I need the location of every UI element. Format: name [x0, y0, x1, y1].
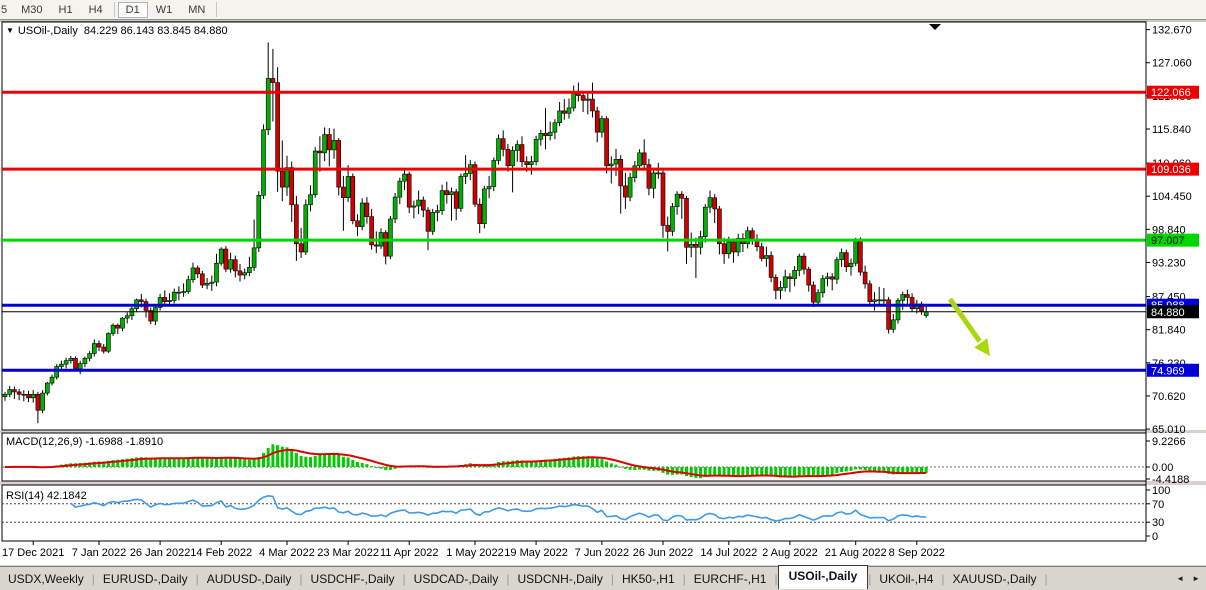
svg-text:8 Sep 2022: 8 Sep 2022	[889, 547, 945, 559]
svg-text:21 Aug 2022: 21 Aug 2022	[825, 547, 887, 559]
price-badge-122.066: 122.066	[1147, 86, 1199, 100]
svg-text:115.840: 115.840	[1152, 124, 1191, 136]
svg-text:14 Feb 2022: 14 Feb 2022	[190, 547, 252, 559]
svg-text:14 Jul 2022: 14 Jul 2022	[700, 547, 757, 559]
tab-scroll-arrows: ◄ ►	[1176, 574, 1200, 583]
svg-text:17 Dec 2021: 17 Dec 2021	[2, 547, 64, 559]
price-badge-109.036: 109.036	[1147, 163, 1199, 177]
svg-text:74.969: 74.969	[1151, 365, 1185, 377]
timeframe-button-h1[interactable]: H1	[51, 3, 81, 17]
tab-scroll-right-button[interactable]: ►	[1192, 574, 1200, 583]
chart-tab-eurchf-h1[interactable]: EURCHF-,H1	[686, 569, 775, 589]
timeframe-button-h4[interactable]: H4	[81, 3, 111, 17]
toolbar-separator	[216, 2, 217, 17]
svg-text:65.010: 65.010	[1152, 424, 1186, 436]
chart-ohlc-values: 84.229 86.143 83.845 84.880	[84, 25, 228, 37]
svg-text:84.880: 84.880	[1151, 307, 1185, 319]
svg-text:2 Aug 2022: 2 Aug 2022	[762, 547, 818, 559]
timeframe-button-5[interactable]: 5	[0, 3, 13, 17]
price-badge-84.880: 84.880	[1147, 305, 1199, 319]
svg-text:4 Mar 2022: 4 Mar 2022	[259, 547, 315, 559]
price-chart-svg[interactable]: 132.670127.060121.450115.840110.060104.4…	[0, 20, 1206, 565]
svg-text:19 May 2022: 19 May 2022	[504, 547, 568, 559]
tab-separator: |	[1045, 572, 1048, 586]
timeframe-button-m30[interactable]: M30	[13, 3, 50, 17]
svg-text:104.450: 104.450	[1152, 191, 1192, 203]
svg-text:127.060: 127.060	[1152, 58, 1192, 70]
tab-scroll-left-button[interactable]: ◄	[1176, 574, 1184, 583]
svg-text:122.066: 122.066	[1151, 87, 1191, 99]
chart-tab-usdx-weekly[interactable]: USDX,Weekly	[0, 569, 92, 589]
pane-divider[interactable]	[0, 481, 1206, 485]
toolbar-separator	[114, 2, 115, 17]
svg-text:1 May 2022: 1 May 2022	[446, 547, 503, 559]
svg-text:23 Mar 2022: 23 Mar 2022	[317, 547, 379, 559]
svg-text:26 Jun 2022: 26 Jun 2022	[633, 547, 694, 559]
rsi-pane[interactable]	[2, 485, 1146, 541]
chart-title: ▼ USOil-,Daily 84.229 86.143 83.845 84.880	[6, 25, 228, 37]
chart-tabbar: USDX,Weekly|EURUSD-,Daily|AUDUSD-,Daily|…	[0, 566, 1206, 590]
svg-text:93.230: 93.230	[1152, 257, 1186, 269]
rsi-indicator-label: RSI(14) 42.1842	[6, 490, 87, 502]
svg-text:26 Jan 2022: 26 Jan 2022	[130, 547, 191, 559]
svg-text:7 Jun 2022: 7 Jun 2022	[575, 547, 629, 559]
macd-indicator-label: MACD(12,26,9) -1.6988 -1.8910	[6, 436, 163, 448]
metatrader-window: { "toolbar": { "timeframes": ["5","M30",…	[0, 0, 1206, 590]
svg-text:30: 30	[1152, 517, 1164, 529]
chart-tab-hk50-h1[interactable]: HK50-,H1	[614, 569, 683, 589]
chart-tab-audusd-daily[interactable]: AUDUSD-,Daily	[199, 569, 300, 589]
svg-text:100: 100	[1152, 485, 1170, 497]
svg-text:81.840: 81.840	[1152, 325, 1186, 337]
svg-text:7 Jan 2022: 7 Jan 2022	[72, 547, 126, 559]
chart-symbol-label: USOil-,Daily	[18, 25, 78, 37]
timeframe-button-d1[interactable]: D1	[118, 2, 148, 18]
svg-text:0: 0	[1152, 531, 1158, 543]
chart-tab-usoil-daily[interactable]: USOil-,Daily	[778, 565, 869, 589]
price-badge-74.969: 74.969	[1147, 364, 1199, 378]
svg-text:9.2266: 9.2266	[1152, 436, 1186, 448]
svg-text:97.007: 97.007	[1151, 235, 1185, 247]
chart-tab-usdchf-daily[interactable]: USDCHF-,Daily	[303, 569, 403, 589]
chart-area: 132.670127.060121.450115.840110.060104.4…	[0, 20, 1206, 565]
svg-text:70.620: 70.620	[1152, 391, 1186, 403]
chart-tab-ukoil-h4[interactable]: UKOil-,H4	[871, 569, 941, 589]
chart-tab-xauusd-daily[interactable]: XAUUSD-,Daily	[945, 569, 1045, 589]
chart-tabs: USDX,Weekly|EURUSD-,Daily|AUDUSD-,Daily|…	[0, 568, 1048, 589]
dropdown-arrow-icon[interactable]: ▼	[6, 26, 14, 35]
chart-tab-usdcnh-daily[interactable]: USDCNH-,Daily	[509, 569, 610, 589]
chart-tab-eurusd-daily[interactable]: EURUSD-,Daily	[95, 569, 196, 589]
timeframe-button-mn[interactable]: MN	[180, 3, 213, 17]
price-badge-97.007: 97.007	[1147, 234, 1199, 248]
timeframe-button-w1[interactable]: W1	[148, 3, 181, 17]
svg-text:0.00: 0.00	[1152, 462, 1173, 474]
timeframe-toolbar: 5M30H1H4 D1W1MN	[0, 0, 1206, 20]
svg-text:132.670: 132.670	[1152, 25, 1192, 37]
svg-text:11 Apr 2022: 11 Apr 2022	[380, 547, 439, 559]
svg-text:70: 70	[1152, 499, 1164, 511]
svg-text:109.036: 109.036	[1151, 164, 1191, 176]
chart-tab-usdcad-daily[interactable]: USDCAD-,Daily	[406, 569, 507, 589]
